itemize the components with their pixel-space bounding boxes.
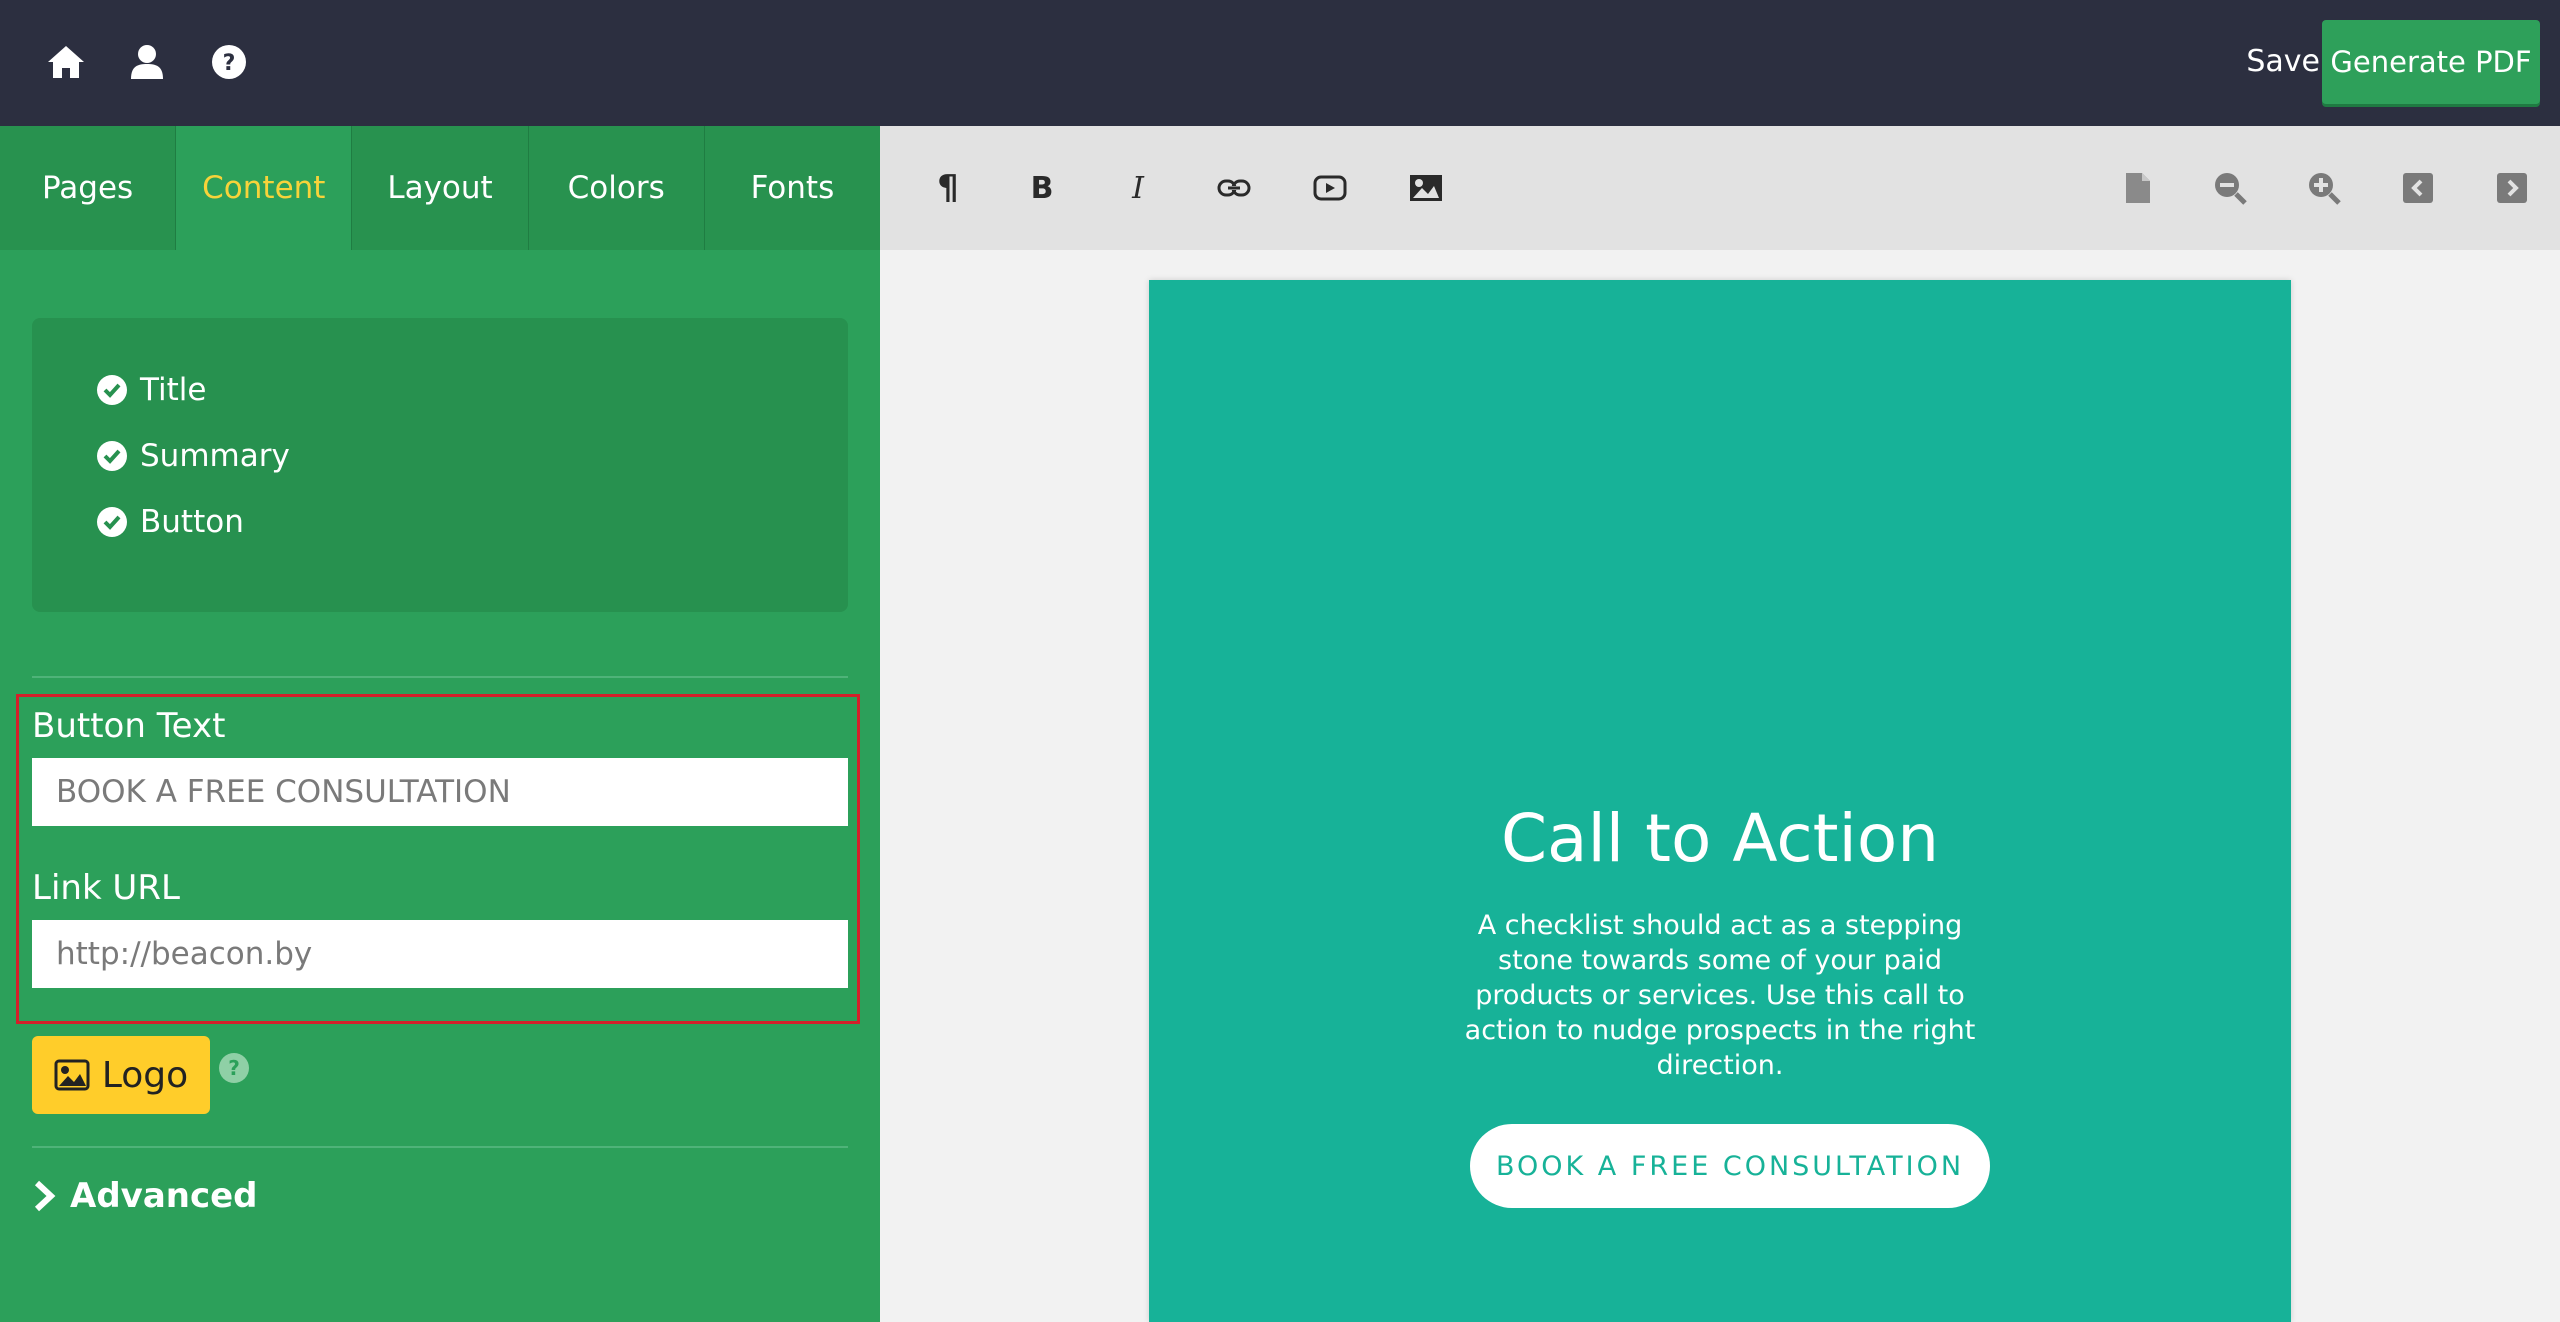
tab-colors[interactable]: Colors xyxy=(528,126,705,250)
svg-text:?: ? xyxy=(223,51,236,76)
check-circle-icon xyxy=(97,507,127,537)
page-icon[interactable] xyxy=(2118,168,2158,208)
check-circle-icon xyxy=(97,441,127,471)
document-page[interactable]: Call to Action A checklist should act as… xyxy=(1149,280,2291,1322)
content-checklist: Title Summary Button xyxy=(32,318,848,612)
tab-layout[interactable]: Layout xyxy=(352,126,529,250)
user-icon[interactable] xyxy=(124,39,170,85)
help-icon[interactable]: ? xyxy=(218,1052,250,1084)
generate-pdf-button[interactable]: Generate PDF xyxy=(2322,20,2540,104)
link-icon[interactable] xyxy=(1214,168,1254,208)
button-text-input[interactable] xyxy=(32,758,848,826)
page-summary[interactable]: A checklist should act as a stepping sto… xyxy=(1459,908,1981,1083)
zoom-in-icon[interactable] xyxy=(2304,168,2344,208)
button-text-label: Button Text xyxy=(32,706,226,746)
sidebar: Pages Content Layout Colors Fonts Title … xyxy=(0,126,881,1322)
save-button[interactable]: Save xyxy=(2246,38,2320,86)
checklist-item-title[interactable]: Title xyxy=(96,372,206,408)
tab-fonts[interactable]: Fonts xyxy=(704,126,881,250)
next-icon[interactable] xyxy=(2492,168,2532,208)
image-icon xyxy=(54,1059,90,1091)
checklist-item-label: Button xyxy=(140,504,244,540)
divider xyxy=(32,676,848,678)
editor-toolbar: ¶ B I xyxy=(880,126,2560,250)
tab-content[interactable]: Content xyxy=(176,126,353,250)
top-bar: ? Save Generate PDF xyxy=(0,0,2560,126)
checklist-item-label: Summary xyxy=(140,438,290,474)
divider xyxy=(32,1146,848,1148)
link-url-input[interactable] xyxy=(32,920,848,988)
check-circle-icon xyxy=(97,375,127,405)
bold-icon[interactable]: B xyxy=(1022,168,1062,208)
advanced-label: Advanced xyxy=(70,1176,258,1216)
checklist-item-summary[interactable]: Summary xyxy=(96,438,290,474)
video-icon[interactable] xyxy=(1310,168,1350,208)
paragraph-icon[interactable]: ¶ xyxy=(928,168,968,208)
image-icon[interactable] xyxy=(1406,168,1446,208)
page-title[interactable]: Call to Action xyxy=(1149,800,2291,877)
home-icon[interactable] xyxy=(43,39,89,85)
chevron-right-icon xyxy=(34,1180,56,1212)
checklist-item-label: Title xyxy=(140,372,207,408)
help-icon[interactable]: ? xyxy=(206,39,252,85)
zoom-out-icon[interactable] xyxy=(2210,168,2250,208)
link-url-label: Link URL xyxy=(32,868,180,908)
svg-text:?: ? xyxy=(228,1056,240,1080)
tab-pages[interactable]: Pages xyxy=(0,126,177,250)
italic-icon[interactable]: I xyxy=(1118,168,1158,208)
checklist-item-button[interactable]: Button xyxy=(96,504,244,540)
logo-button[interactable]: Logo xyxy=(32,1036,210,1114)
cta-button[interactable]: BOOK A FREE CONSULTATION xyxy=(1470,1124,1990,1208)
sidebar-tabs: Pages Content Layout Colors Fonts xyxy=(0,126,881,250)
advanced-toggle[interactable]: Advanced xyxy=(32,1176,258,1216)
logo-button-label: Logo xyxy=(101,1054,189,1096)
prev-icon[interactable] xyxy=(2398,168,2438,208)
